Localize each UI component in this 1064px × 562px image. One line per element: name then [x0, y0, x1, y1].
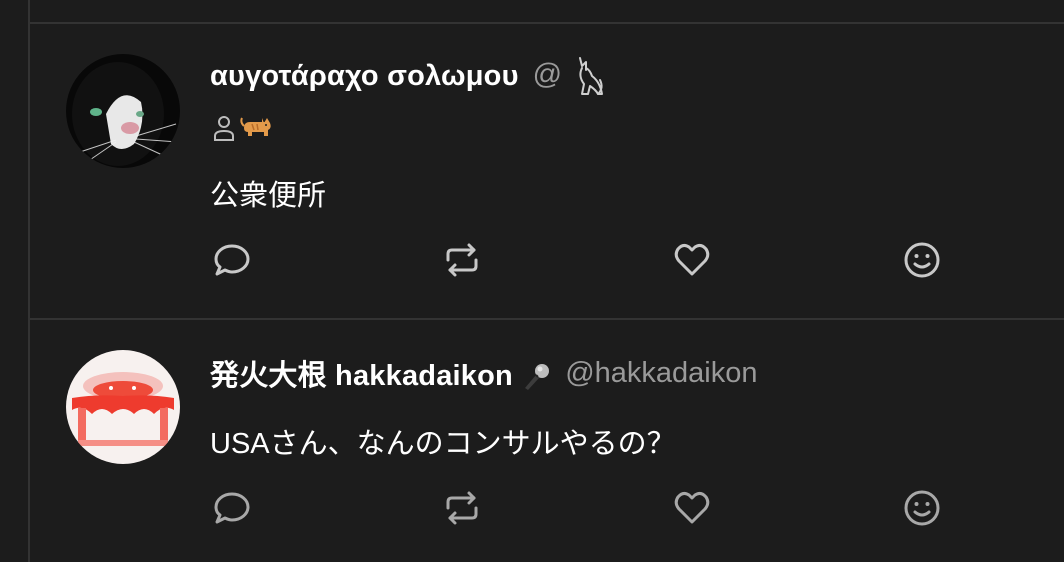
repost-button[interactable]	[440, 238, 484, 282]
handle[interactable]: @hakkadaikon	[565, 357, 757, 390]
repost-button[interactable]	[440, 486, 484, 530]
timeline: αυγοτάραχο σολωμου @ 公衆便所 発火大根 hakkadaik…	[0, 0, 1064, 562]
cat-avatar-image	[66, 54, 180, 168]
action-bar	[210, 486, 940, 530]
cat-emoji-icon	[240, 117, 271, 136]
post[interactable]: 発火大根 hakkadaikon @hakkadaikon USAさん、なんのコ…	[30, 320, 1064, 562]
repost-icon	[446, 491, 478, 525]
like-button[interactable]	[670, 486, 714, 530]
display-name[interactable]: αυγοτάραχο σολωμου	[210, 60, 519, 93]
react-icon	[904, 490, 940, 526]
handle[interactable]: @	[533, 54, 607, 98]
reply-icon	[214, 244, 250, 276]
display-name[interactable]: 発火大根 hakkadaikon	[210, 352, 551, 394]
display-name-text: 発火大根 hakkadaikon	[210, 360, 513, 392]
microphone-icon	[525, 364, 550, 391]
post-header: 発火大根 hakkadaikon @hakkadaikon	[210, 352, 758, 394]
red-cloth-avatar-image	[66, 350, 180, 464]
reply-button[interactable]	[210, 238, 254, 282]
handle-text: @	[532, 58, 563, 91]
post[interactable]: αυγοτάραχο σολωμου @ 公衆便所	[30, 24, 1064, 318]
badge-row	[212, 114, 274, 142]
react-button[interactable]	[900, 486, 944, 530]
react-button[interactable]	[900, 238, 944, 282]
post-header: αυγοτάραχο σολωμου @	[210, 54, 606, 98]
like-button[interactable]	[670, 238, 714, 282]
reply-icon	[214, 492, 250, 524]
cat-icon	[579, 57, 604, 95]
person-icon	[214, 116, 234, 141]
react-icon	[904, 242, 940, 278]
reply-button[interactable]	[210, 486, 254, 530]
action-bar	[210, 238, 940, 282]
like-icon	[674, 491, 710, 524]
post-text: USAさん、なんのコンサルやるの？	[210, 428, 676, 460]
repost-icon	[446, 243, 478, 277]
avatar[interactable]	[66, 350, 180, 464]
avatar[interactable]	[66, 54, 180, 168]
like-icon	[674, 243, 710, 276]
post-text: 公衆便所	[210, 180, 327, 212]
